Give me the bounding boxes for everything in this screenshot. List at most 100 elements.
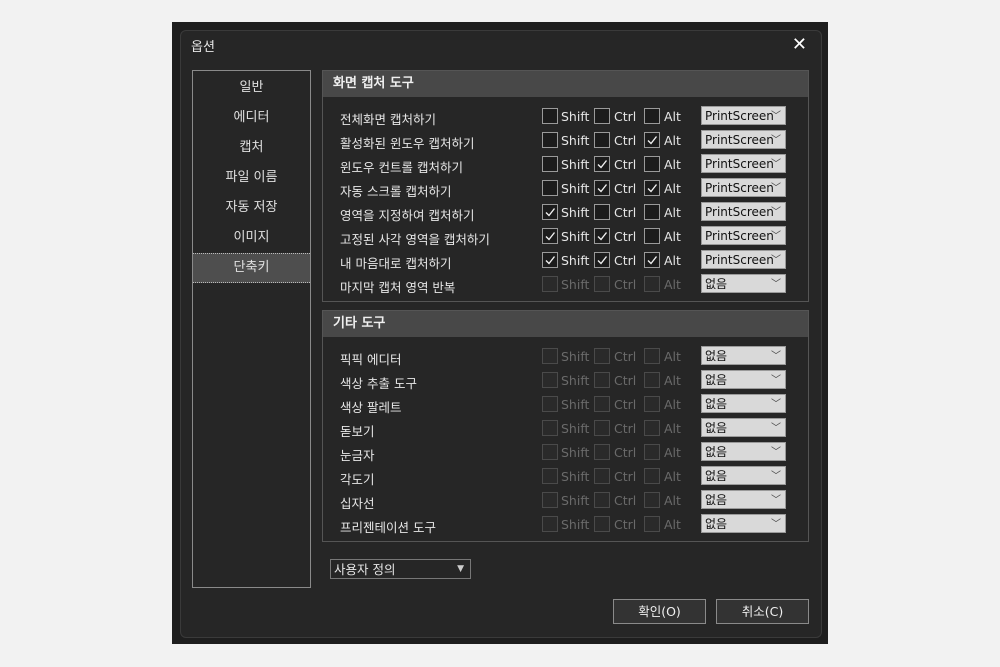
- alt-label: Alt: [664, 229, 681, 244]
- shortcut-row: 영역을 지정하여 캡처하기 Shift Ctrl Alt PrintScreen ﹀: [323, 201, 808, 225]
- shortcut-row: 픽픽 에디터 Shift Ctrl Alt 없음 ﹀: [323, 345, 808, 369]
- shift-checkbox: [542, 444, 558, 460]
- key-dropdown[interactable]: 없음 ﹀: [701, 394, 786, 413]
- shift-label: Shift: [561, 229, 590, 244]
- shift-label: Shift: [561, 373, 590, 388]
- ctrl-label: Ctrl: [614, 229, 637, 244]
- alt-checkbox: [644, 516, 660, 532]
- alt-checkbox[interactable]: [644, 108, 660, 124]
- shift-checkbox[interactable]: [542, 204, 558, 220]
- ctrl-checkbox[interactable]: [594, 252, 610, 268]
- key-dropdown[interactable]: PrintScreen ﹀: [701, 178, 786, 197]
- key-dropdown[interactable]: 없음 ﹀: [701, 466, 786, 485]
- shortcut-row: 돋보기 Shift Ctrl Alt 없음 ﹀: [323, 417, 808, 441]
- sidebar-item-filename[interactable]: 파일 이름: [193, 163, 310, 193]
- ctrl-checkbox: [594, 492, 610, 508]
- shortcut-label: 십자선: [340, 496, 375, 511]
- key-dropdown[interactable]: 없음 ﹀: [701, 418, 786, 437]
- alt-checkbox[interactable]: [644, 156, 660, 172]
- shortcut-row: 자동 스크롤 캡처하기 Shift Ctrl Alt PrintScreen ﹀: [323, 177, 808, 201]
- ctrl-label: Ctrl: [614, 253, 637, 268]
- alt-label: Alt: [664, 517, 681, 532]
- key-value: 없음: [705, 493, 728, 507]
- ctrl-checkbox[interactable]: [594, 204, 610, 220]
- shift-checkbox: [542, 420, 558, 436]
- shortcut-label: 눈금자: [340, 448, 375, 463]
- key-value: PrintScreen: [705, 229, 774, 243]
- key-value: PrintScreen: [705, 109, 774, 123]
- key-dropdown[interactable]: 없음 ﹀: [701, 490, 786, 509]
- alt-label: Alt: [664, 205, 681, 220]
- sidebar-item-general[interactable]: 일반: [193, 73, 310, 103]
- key-dropdown[interactable]: 없음 ﹀: [701, 346, 786, 365]
- key-dropdown[interactable]: PrintScreen ﹀: [701, 226, 786, 245]
- ctrl-label: Ctrl: [614, 133, 637, 148]
- ctrl-label: Ctrl: [614, 445, 637, 460]
- chevron-down-icon: ﹀: [771, 399, 781, 410]
- ctrl-label: Ctrl: [614, 109, 637, 124]
- ctrl-checkbox[interactable]: [594, 132, 610, 148]
- key-dropdown[interactable]: PrintScreen ﹀: [701, 250, 786, 269]
- chevron-down-icon: ﹀: [771, 495, 781, 506]
- shift-label: Shift: [561, 349, 590, 364]
- key-dropdown[interactable]: 없음 ﹀: [701, 370, 786, 389]
- alt-label: Alt: [664, 133, 681, 148]
- sidebar-item-autosave[interactable]: 자동 저장: [193, 193, 310, 223]
- shift-checkbox[interactable]: [542, 252, 558, 268]
- shortcut-label: 고정된 사각 영역을 캡처하기: [340, 232, 490, 247]
- shortcut-label: 내 마음대로 캡처하기: [340, 256, 452, 271]
- alt-checkbox: [644, 348, 660, 364]
- close-icon[interactable]: ✕: [792, 35, 807, 55]
- sidebar-item-capture[interactable]: 캡처: [193, 133, 310, 163]
- shift-checkbox: [542, 468, 558, 484]
- key-dropdown[interactable]: PrintScreen ﹀: [701, 154, 786, 173]
- ctrl-checkbox[interactable]: [594, 180, 610, 196]
- key-dropdown[interactable]: 없음 ﹀: [701, 274, 786, 293]
- shortcut-label: 마지막 캡처 영역 반복: [340, 280, 456, 295]
- shift-label: Shift: [561, 517, 590, 532]
- key-value: PrintScreen: [705, 205, 774, 219]
- alt-checkbox[interactable]: [644, 204, 660, 220]
- sidebar-item-shortcuts[interactable]: 단축키: [193, 253, 310, 283]
- shortcut-row: 전체화면 캡처하기 Shift Ctrl Alt PrintScreen ﹀: [323, 105, 808, 129]
- alt-label: Alt: [664, 109, 681, 124]
- alt-checkbox[interactable]: [644, 228, 660, 244]
- shift-checkbox[interactable]: [542, 228, 558, 244]
- ok-button[interactable]: 확인(O): [613, 599, 706, 624]
- ctrl-checkbox[interactable]: [594, 228, 610, 244]
- shift-checkbox: [542, 516, 558, 532]
- ctrl-checkbox[interactable]: [594, 108, 610, 124]
- alt-label: Alt: [664, 421, 681, 436]
- alt-label: Alt: [664, 277, 681, 292]
- sidebar-item-image[interactable]: 이미지: [193, 223, 310, 253]
- alt-checkbox[interactable]: [644, 132, 660, 148]
- shift-checkbox[interactable]: [542, 132, 558, 148]
- chevron-down-icon: ﹀: [771, 447, 781, 458]
- shift-checkbox: [542, 276, 558, 292]
- shift-checkbox: [542, 396, 558, 412]
- preset-dropdown[interactable]: 사용자 정의 ▼: [330, 559, 471, 579]
- shortcut-label: 색상 추출 도구: [340, 376, 417, 391]
- key-dropdown[interactable]: PrintScreen ﹀: [701, 202, 786, 221]
- ctrl-checkbox[interactable]: [594, 156, 610, 172]
- shortcut-label: 색상 팔레트: [340, 400, 402, 415]
- shift-checkbox[interactable]: [542, 156, 558, 172]
- shift-checkbox[interactable]: [542, 108, 558, 124]
- shift-label: Shift: [561, 397, 590, 412]
- cancel-button[interactable]: 취소(C): [716, 599, 809, 624]
- dropdown-arrow-icon: ▼: [457, 564, 464, 574]
- chevron-down-icon: ﹀: [771, 135, 781, 146]
- shortcut-label: 각도기: [340, 472, 375, 487]
- key-dropdown[interactable]: 없음 ﹀: [701, 442, 786, 461]
- sidebar-item-editor[interactable]: 에디터: [193, 103, 310, 133]
- alt-checkbox[interactable]: [644, 180, 660, 196]
- shortcut-row: 내 마음대로 캡처하기 Shift Ctrl Alt PrintScreen ﹀: [323, 249, 808, 273]
- ctrl-label: Ctrl: [614, 493, 637, 508]
- ctrl-label: Ctrl: [614, 373, 637, 388]
- alt-checkbox[interactable]: [644, 252, 660, 268]
- key-dropdown[interactable]: PrintScreen ﹀: [701, 106, 786, 125]
- shift-checkbox[interactable]: [542, 180, 558, 196]
- key-dropdown[interactable]: 없음 ﹀: [701, 514, 786, 533]
- key-dropdown[interactable]: PrintScreen ﹀: [701, 130, 786, 149]
- key-value: PrintScreen: [705, 133, 774, 147]
